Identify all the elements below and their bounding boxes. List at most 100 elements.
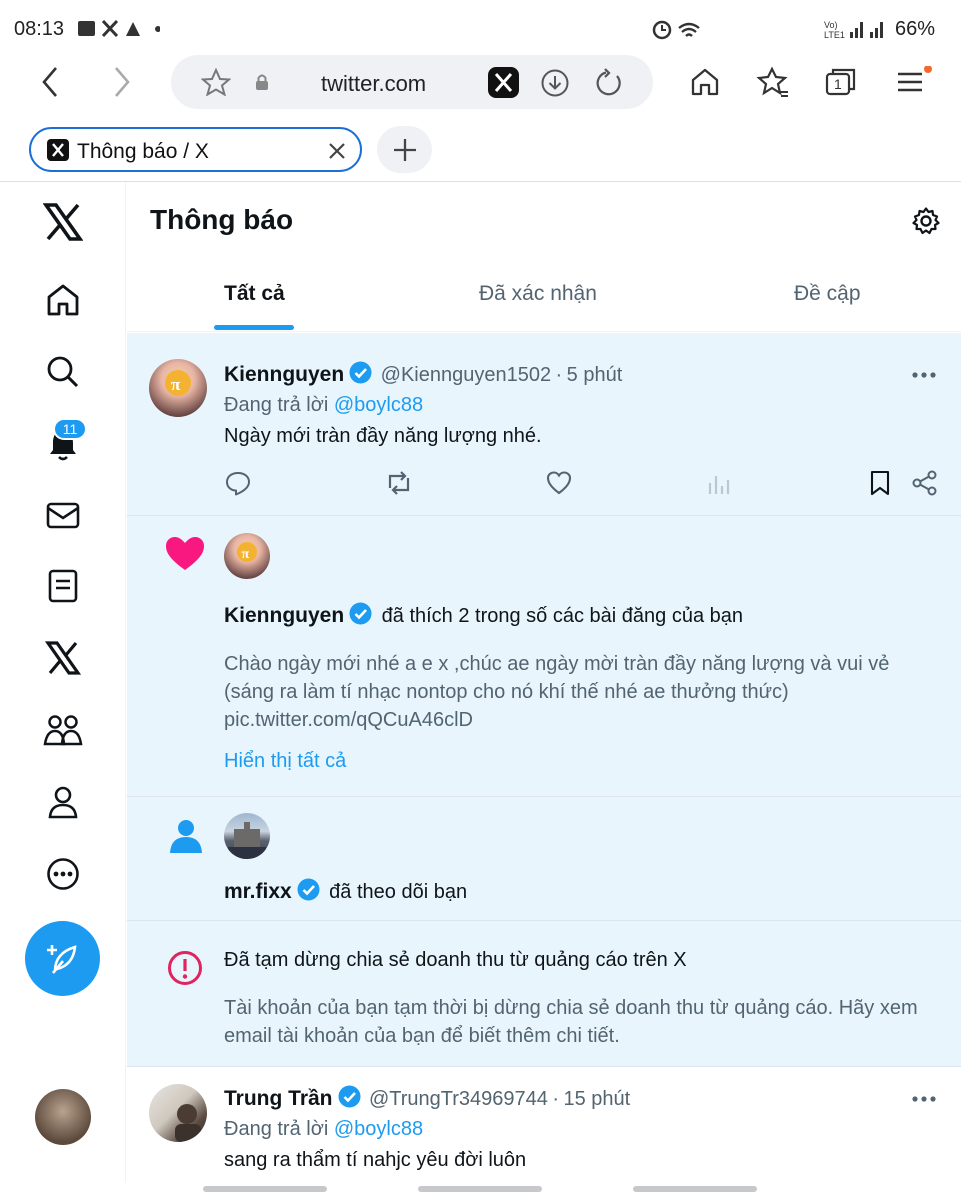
follower-name[interactable]: mr.fixx bbox=[224, 880, 292, 903]
kiennguyen-avatar[interactable]: π bbox=[149, 359, 207, 417]
follow-action: đã theo dõi bạn bbox=[329, 881, 468, 903]
chevron-right-icon bbox=[115, 67, 130, 97]
follow-notification[interactable]: mr.fixx đã theo dõi bạn bbox=[127, 797, 961, 921]
like-summary: Kiennguyen đã thích 2 trong số các bài đ… bbox=[224, 602, 743, 628]
author-name[interactable]: Kiennguyen bbox=[224, 363, 344, 386]
verified-badge-icon bbox=[297, 878, 320, 901]
reply-header: Trung Trần @TrungTr34969744 · 15 phút bbox=[224, 1085, 630, 1111]
more-options-icon[interactable] bbox=[911, 371, 937, 379]
verified-badge-icon bbox=[349, 602, 372, 625]
gesture-handle bbox=[203, 1186, 327, 1192]
feather-plus-icon bbox=[46, 944, 77, 974]
compose-post-button[interactable] bbox=[25, 921, 100, 996]
x-logo-link[interactable] bbox=[39, 198, 87, 246]
author-handle[interactable]: @TrungTr34969744 bbox=[369, 1088, 548, 1110]
replying-handle[interactable]: @boylc88 bbox=[334, 394, 423, 416]
tab-mentions[interactable]: Đề cập bbox=[794, 282, 861, 306]
communities-icon bbox=[43, 715, 83, 746]
reload-icon[interactable] bbox=[594, 68, 624, 98]
home-icon[interactable] bbox=[689, 66, 721, 98]
show-all-link[interactable]: Hiển thị tất cả bbox=[224, 750, 346, 773]
bookmark-icon[interactable] bbox=[869, 470, 891, 496]
replying-prefix: Đang trả lời bbox=[224, 1118, 329, 1140]
author-name[interactable]: Trung Trần bbox=[224, 1087, 333, 1110]
repost-icon[interactable] bbox=[385, 470, 413, 496]
chevron-left-icon bbox=[42, 67, 57, 97]
trung-tran-avatar[interactable] bbox=[149, 1084, 207, 1142]
download-icon[interactable] bbox=[540, 68, 570, 98]
close-tab-icon[interactable] bbox=[327, 141, 347, 161]
svg-text:LTE1: LTE1 bbox=[824, 30, 845, 40]
liker-name[interactable]: Kiennguyen bbox=[224, 604, 344, 627]
share-icon[interactable] bbox=[912, 470, 938, 496]
alert-circle-icon bbox=[168, 951, 202, 985]
signal-icons: Vo) LTE1 bbox=[824, 20, 883, 40]
notification-tabs: Tất cả Đã xác nhận Đề cập bbox=[127, 252, 961, 332]
x-site-icon[interactable] bbox=[488, 67, 519, 98]
browser-tab[interactable]: Thông báo / X bbox=[29, 127, 362, 172]
monetization-alert[interactable]: Đã tạm dừng chia sẻ doanh thu từ quảng c… bbox=[127, 921, 961, 1067]
address-bar[interactable]: twitter.com bbox=[171, 55, 653, 109]
new-tab-button[interactable] bbox=[377, 126, 432, 173]
settings-gear-icon[interactable] bbox=[912, 207, 940, 235]
url-text[interactable]: twitter.com bbox=[321, 71, 426, 97]
nav-communities[interactable] bbox=[39, 706, 87, 754]
nav-explore[interactable] bbox=[39, 348, 87, 396]
views-chart-icon[interactable] bbox=[707, 470, 731, 496]
reply-notification[interactable]: Trung Trần @TrungTr34969744 · 15 phút Đa… bbox=[127, 1067, 961, 1182]
gesture-handle bbox=[418, 1186, 542, 1192]
tab-count: 1 bbox=[834, 76, 842, 92]
separator: · bbox=[552, 1088, 560, 1110]
x-favicon-icon bbox=[47, 139, 69, 161]
replying-to: Đang trả lời @boylc88 bbox=[224, 394, 423, 417]
nav-premium[interactable] bbox=[39, 634, 87, 682]
verified-badge-icon bbox=[338, 1085, 361, 1108]
status-bar: 08:13 Vo) LTE1 66% bbox=[0, 0, 961, 58]
post-time[interactable]: 15 phút bbox=[563, 1088, 630, 1110]
replying-handle[interactable]: @boylc88 bbox=[334, 1118, 423, 1140]
more-options-icon[interactable] bbox=[911, 1095, 937, 1103]
star-bookmark-icon[interactable] bbox=[201, 68, 231, 96]
back-button[interactable] bbox=[36, 64, 66, 100]
more-circle-icon bbox=[47, 858, 79, 890]
menu-icon[interactable] bbox=[894, 66, 934, 98]
liked-post-text: Chào ngày mới nhé a e x ,chúc ae ngày mờ… bbox=[224, 653, 890, 731]
follower-avatar[interactable] bbox=[224, 813, 270, 859]
account-avatar[interactable] bbox=[35, 1089, 91, 1145]
liker-avatar[interactable]: π bbox=[224, 533, 270, 579]
svg-text:π: π bbox=[242, 547, 250, 562]
forward-button[interactable] bbox=[106, 64, 136, 100]
active-tab-indicator bbox=[214, 325, 294, 330]
tab-verified[interactable]: Đã xác nhận bbox=[479, 282, 597, 306]
bookmarks-icon[interactable] bbox=[756, 66, 790, 98]
page-title: Thông báo bbox=[150, 204, 294, 235]
person-icon bbox=[170, 820, 202, 853]
post-time[interactable]: 5 phút bbox=[567, 364, 623, 386]
heart-icon bbox=[166, 537, 204, 570]
reply-icon[interactable] bbox=[225, 470, 251, 496]
replying-to: Đang trả lời @boylc88 bbox=[224, 1118, 423, 1141]
svg-text:Vo): Vo) bbox=[824, 20, 838, 30]
home-icon bbox=[47, 284, 79, 316]
search-icon bbox=[47, 356, 79, 388]
battery-level: 66% bbox=[894, 18, 935, 40]
status-notification-icons bbox=[78, 20, 160, 38]
status-time: 08:13 bbox=[14, 18, 65, 40]
follow-summary: mr.fixx đã theo dõi bạn bbox=[224, 878, 467, 904]
nav-more[interactable] bbox=[39, 850, 87, 898]
mail-icon bbox=[46, 502, 80, 529]
nav-messages[interactable] bbox=[39, 491, 87, 539]
gesture-handle bbox=[633, 1186, 757, 1192]
alert-body: Tài khoản của bạn tạm thời bị dừng chia … bbox=[224, 997, 918, 1047]
x-logo-icon bbox=[43, 203, 83, 241]
author-handle[interactable]: @Kiennguyen1502 bbox=[381, 364, 551, 386]
reply-notification[interactable]: π Kiennguyen @Kiennguyen1502 · 5 phút Đa… bbox=[127, 333, 961, 516]
x-premium-icon bbox=[45, 641, 81, 675]
like-notification[interactable]: π Kiennguyen đã thích 2 trong số các bài… bbox=[127, 516, 961, 797]
like-icon[interactable] bbox=[546, 470, 572, 496]
nav-home[interactable] bbox=[39, 276, 87, 324]
nav-lists[interactable] bbox=[39, 562, 87, 610]
tab-all[interactable]: Tất cả bbox=[224, 282, 285, 306]
tab-switcher-button[interactable]: 1 bbox=[824, 66, 858, 98]
nav-profile[interactable] bbox=[39, 778, 87, 826]
